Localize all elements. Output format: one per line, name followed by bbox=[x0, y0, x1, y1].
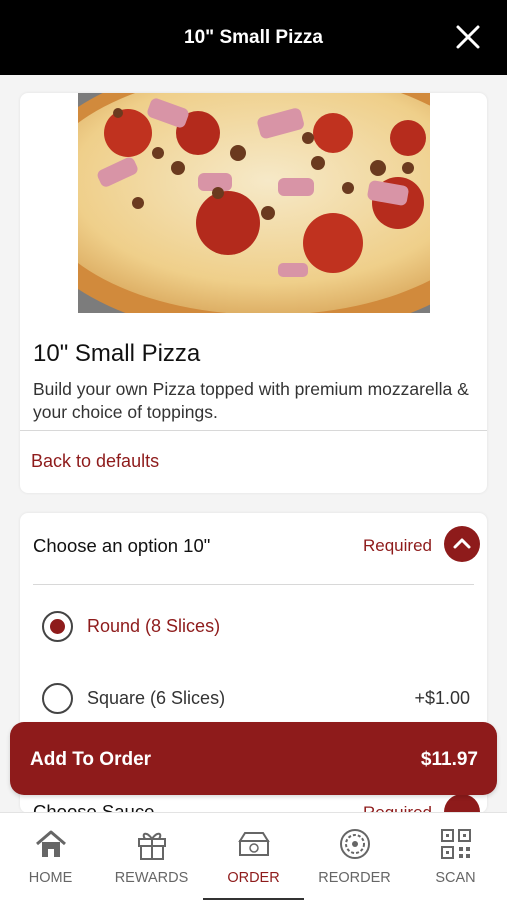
add-to-order-button[interactable]: Add To Order $11.97 bbox=[10, 722, 497, 795]
qr-code-icon bbox=[441, 829, 471, 859]
pizza-box-icon bbox=[238, 832, 270, 856]
radio-button-selected[interactable] bbox=[42, 611, 73, 642]
tab-reorder[interactable]: REORDER bbox=[304, 813, 405, 900]
tab-order[interactable]: ORDER bbox=[203, 813, 304, 900]
item-title: 10" Small Pizza bbox=[33, 340, 201, 367]
bottom-tab-bar: HOME REWARDS ORDER REORDER SCAN bbox=[0, 812, 507, 900]
add-to-order-label: Add To Order bbox=[30, 749, 152, 770]
back-to-defaults-link[interactable]: Back to defaults bbox=[31, 451, 159, 472]
option-label: Square (6 Slices) bbox=[87, 688, 226, 708]
option-round[interactable]: Round (8 Slices) bbox=[40, 609, 470, 645]
divider bbox=[20, 430, 487, 431]
item-card: 10" Small Pizza Build your own Pizza top… bbox=[20, 93, 487, 493]
option-label: Round (8 Slices) bbox=[87, 616, 221, 636]
item-description: Build your own Pizza topped with premium… bbox=[33, 379, 469, 422]
header-bar: 10" Small Pizza bbox=[0, 0, 507, 75]
collapse-button[interactable] bbox=[444, 526, 480, 562]
option-square[interactable]: Square (6 Slices) +$1.00 bbox=[40, 681, 470, 717]
home-icon bbox=[36, 830, 66, 857]
tab-label: HOME bbox=[28, 870, 73, 886]
tab-home[interactable]: HOME bbox=[0, 813, 101, 900]
collapse-button[interactable] bbox=[444, 794, 480, 813]
chevron-up-icon bbox=[453, 538, 471, 549]
header-title: 10" Small Pizza bbox=[184, 27, 323, 48]
tab-label: SCAN bbox=[435, 870, 476, 886]
reorder-icon bbox=[340, 829, 370, 859]
tab-label: REWARDS bbox=[114, 870, 189, 886]
option-price: +$1.00 bbox=[414, 688, 470, 708]
tab-scan[interactable]: SCAN bbox=[405, 813, 506, 900]
divider bbox=[33, 584, 474, 585]
radio-button[interactable] bbox=[42, 683, 73, 714]
close-icon[interactable] bbox=[455, 24, 481, 50]
required-label: Required bbox=[363, 536, 432, 555]
pizza-image bbox=[78, 93, 430, 313]
tab-rewards[interactable]: REWARDS bbox=[101, 813, 202, 900]
gift-icon bbox=[138, 832, 166, 860]
tab-label: REORDER bbox=[318, 870, 391, 886]
option-group-title: Choose an option 10" bbox=[33, 535, 211, 556]
tab-label: ORDER bbox=[227, 870, 280, 886]
order-total: $11.97 bbox=[420, 749, 478, 770]
